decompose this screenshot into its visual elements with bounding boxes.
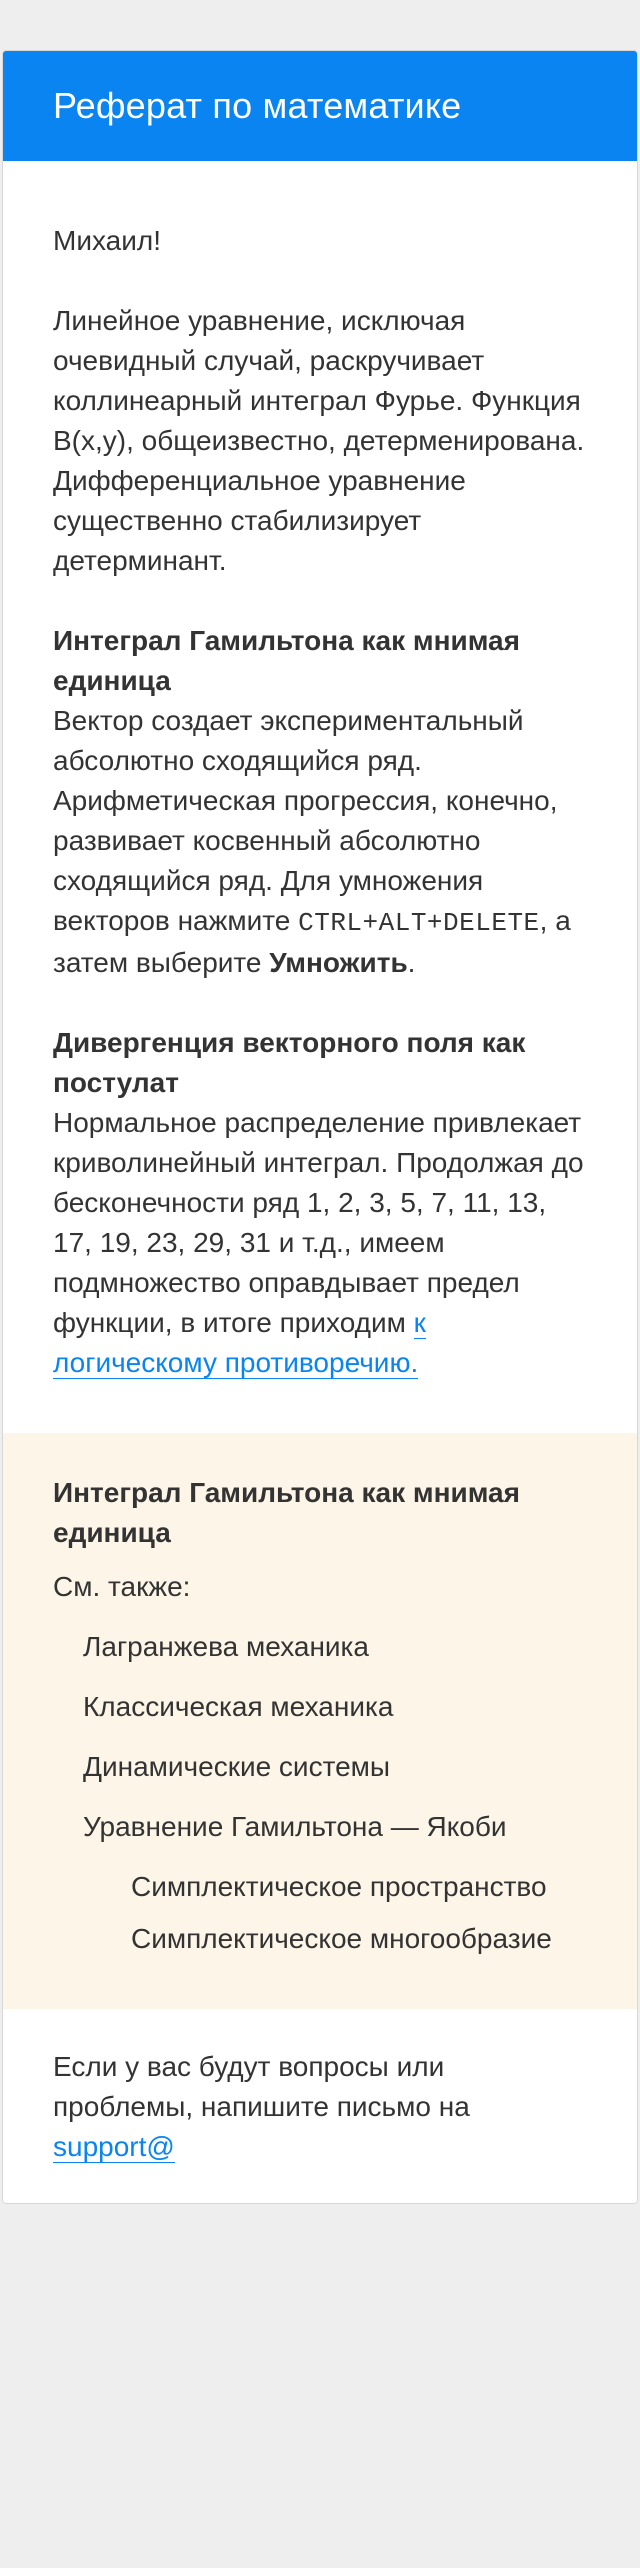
command-name: Умножить — [269, 947, 408, 978]
footer: Если у вас будут вопросы или проблемы, н… — [3, 2009, 637, 2203]
see-also-title: Интеграл Гамильтона как мнимая единица — [53, 1477, 520, 1548]
keyboard-shortcut: CTRL+ALT+DELETE — [298, 908, 540, 938]
see-also-list: Лагранжева механика Классическая механик… — [53, 1627, 587, 1959]
email-body: Михаил! Линейное уравнение, исключая оче… — [3, 161, 637, 1433]
page-title: Реферат по математике — [53, 85, 462, 126]
support-email-link[interactable]: support@ — [53, 2131, 175, 2163]
section2-text: Нормальное распределение привлекает крив… — [53, 1107, 584, 1338]
sub-list-item: Симплектическое пространство — [131, 1871, 547, 1902]
section1-text-end: . — [407, 947, 416, 978]
section1-text: Вектор создает экспериментальный абсолют… — [53, 705, 558, 936]
see-also-label: См. также: — [53, 1571, 191, 1602]
list-item: Лагранжева механика — [83, 1631, 369, 1662]
section1-paragraph: Вектор создает экспериментальный абсолют… — [53, 701, 587, 983]
section1-heading: Интеграл Гамильтона как мнимая единица — [53, 625, 520, 696]
intro-paragraph: Линейное уравнение, исключая очевидный с… — [53, 305, 585, 576]
email-card: Реферат по математике Михаил! Линейное у… — [2, 50, 638, 2204]
list-item: Классическая механика — [83, 1691, 394, 1722]
see-also-panel: Интеграл Гамильтона как мнимая единица С… — [3, 1433, 637, 2009]
list-item: Динамические системы — [83, 1751, 391, 1782]
header: Реферат по математике — [3, 51, 637, 161]
greeting: Михаил! — [53, 225, 161, 256]
section2-heading: Дивергенция векторного поля как постулат — [53, 1027, 526, 1098]
sub-list-item: Симплектическое многообразие — [131, 1923, 552, 1954]
section2-paragraph: Нормальное распределение привлекает крив… — [53, 1103, 587, 1383]
footer-paragraph: Если у вас будут вопросы или проблемы, н… — [53, 2047, 587, 2167]
footer-text: Если у вас будут вопросы или проблемы, н… — [53, 2051, 470, 2122]
list-item: Уравнение Гамильтона — Якоби — [83, 1811, 507, 1842]
